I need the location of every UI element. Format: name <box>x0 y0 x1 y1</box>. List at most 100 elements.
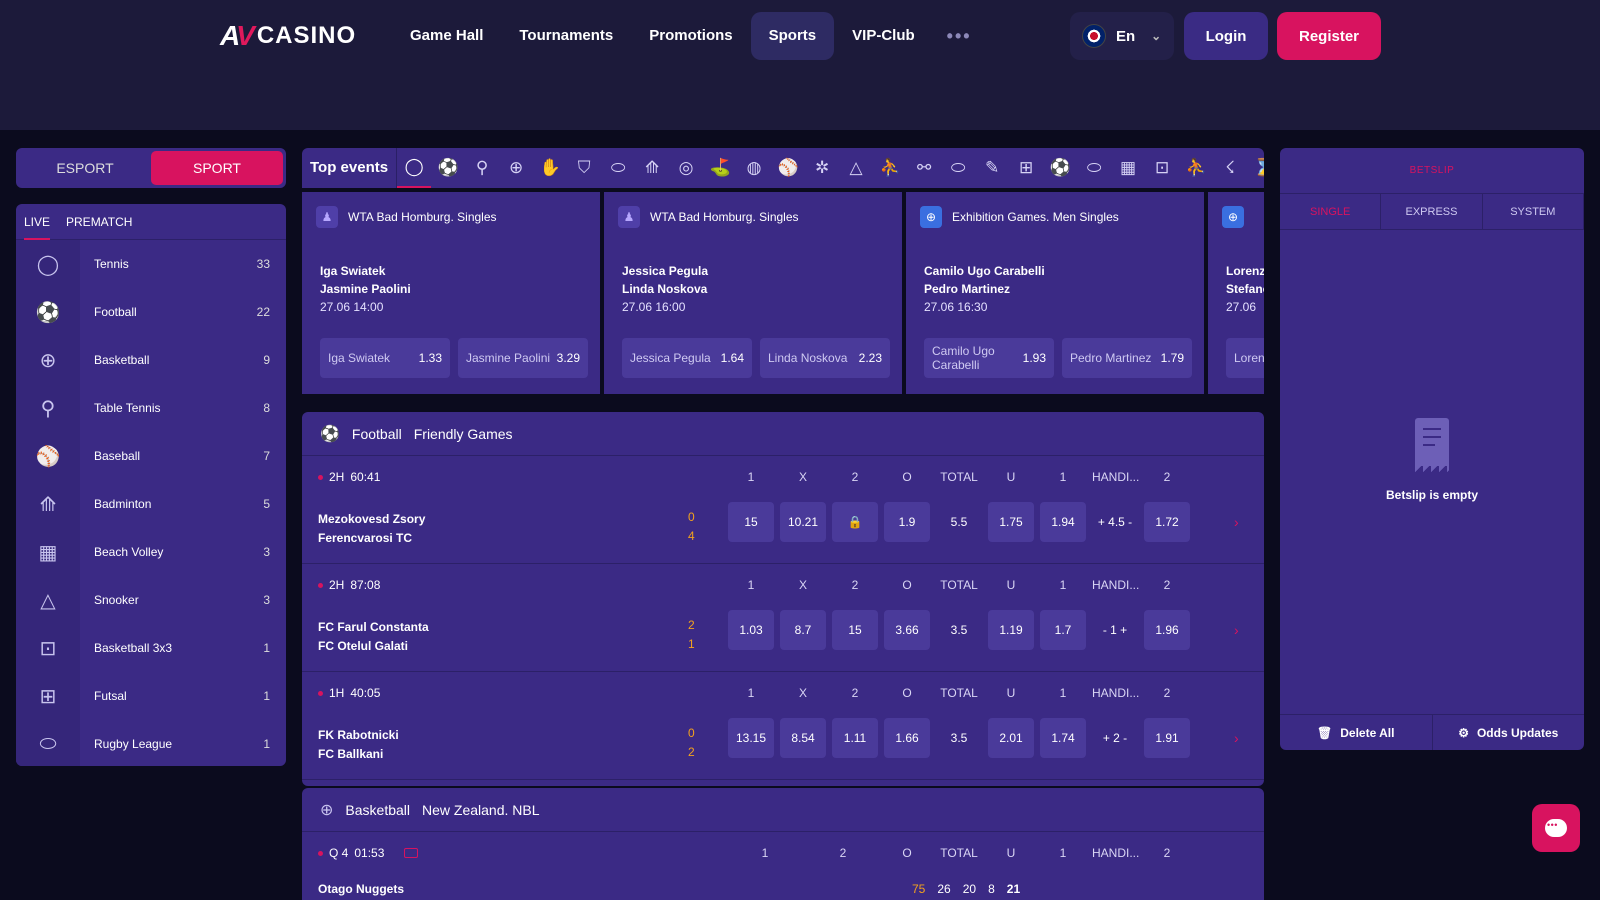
odd-button[interactable]: Jasmine Paolini 3.29 <box>458 338 588 378</box>
odd-button[interactable]: 1.94 <box>1040 502 1086 542</box>
odd-button[interactable]: Linda Noskova 2.23 <box>760 338 890 378</box>
login-button[interactable]: Login <box>1184 12 1268 60</box>
tab-express[interactable]: EXPRESS <box>1381 194 1483 229</box>
event-card[interactable]: ⊕ Exhibition Games. Men Singles Camilo Ugo… <box>906 192 1204 394</box>
sport-filter-icon[interactable]: ⊕ <box>499 158 533 178</box>
nav-game-hall[interactable]: Game Hall <box>392 12 501 60</box>
match-row[interactable]: 1H 40:05 FK Rabotnicki FC Ballkani 0 2 1 13.15 X… <box>302 672 1264 780</box>
odd-button[interactable]: 3.66 <box>884 610 930 650</box>
sidebar-item-table-tennis[interactable]: Table Tennis 8 <box>80 384 286 432</box>
odd-button[interactable]: 15 <box>728 502 774 542</box>
odd-button[interactable]: 10.21 <box>780 502 826 542</box>
odd-button[interactable]: 2.01 <box>988 718 1034 758</box>
odd-button[interactable]: 1.9 <box>884 502 930 542</box>
odd-button[interactable]: 8.54 <box>780 718 826 758</box>
odds-updates-button[interactable]: ⚙ Odds Updates <box>1433 715 1585 750</box>
sidebar-item-basketball-3x3[interactable]: Basketball 3x3 1 <box>80 624 286 672</box>
sport-filter-icon[interactable]: ⬭ <box>601 158 635 178</box>
nav-vip-club[interactable]: VIP-Club <box>834 12 933 60</box>
sport-filter-icon[interactable]: ⚾ <box>771 158 805 178</box>
match-period: 1H <box>329 686 345 700</box>
chevron-right-icon[interactable]: › <box>1234 622 1239 638</box>
language-selector[interactable]: En ⌄ <box>1070 12 1174 60</box>
esport-tab[interactable]: ESPORT <box>19 151 151 185</box>
sport-filter-icon[interactable]: ⊡ <box>1145 158 1179 178</box>
odd-button[interactable]: 1.11 <box>832 718 878 758</box>
odd-button[interactable]: Jessica Pegula 1.64 <box>622 338 752 378</box>
sport-filter-icon[interactable]: ⚽ <box>1043 158 1077 178</box>
sidebar-item-snooker[interactable]: Snooker 3 <box>80 576 286 624</box>
sport-filter-icon[interactable]: ▦ <box>1111 158 1145 178</box>
sport-tab[interactable]: SPORT <box>151 151 283 185</box>
nav-tournaments[interactable]: Tournaments <box>501 12 631 60</box>
sport-filter-icon[interactable]: ◍ <box>737 158 771 178</box>
sport-filter-icon[interactable]: ⚽ <box>431 158 465 178</box>
tab-live[interactable]: LIVE <box>24 204 51 240</box>
odd-button[interactable]: 1.7 <box>1040 610 1086 650</box>
sport-filter-icon[interactable]: ⊞ <box>1009 158 1043 178</box>
event-card[interactable]: ♟ WTA Bad Homburg. Singles Jessica Pegula L… <box>604 192 902 394</box>
chevron-right-icon[interactable]: › <box>1234 514 1239 530</box>
sport-filter-icon[interactable]: ⚯ <box>907 158 941 178</box>
chat-button[interactable] <box>1532 804 1580 852</box>
sport-filter-icon[interactable]: ✲ <box>805 158 839 178</box>
sport-filter-icon[interactable]: ⛉ <box>567 158 601 178</box>
sport-filter-icon[interactable]: ⬭ <box>941 158 975 178</box>
section-header[interactable]: ⚽ Football Friendly Games <box>302 412 1264 456</box>
odd-button[interactable]: Iga Swiatek 1.33 <box>320 338 450 378</box>
sport-filter-icon[interactable]: ◯ <box>397 148 432 188</box>
more-menu-icon[interactable]: ••• <box>933 12 986 60</box>
tab-prematch[interactable]: PREMATCH <box>66 204 132 240</box>
sidebar-item-football[interactable]: Football 22 <box>80 288 286 336</box>
sidebar-item-badminton[interactable]: Badminton 5 <box>80 480 286 528</box>
sport-filter-icon[interactable]: ⛹ <box>1179 158 1213 178</box>
tv-icon[interactable] <box>404 848 419 858</box>
match-row[interactable]: Q 4 01:53 Otago Nuggets 75 26 20 8 21 12… <box>302 832 1264 900</box>
odd-button[interactable]: 13.15 <box>728 718 774 758</box>
sport-filter-icon[interactable]: △ <box>839 158 873 178</box>
odd-button[interactable]: 1.96 <box>1144 610 1190 650</box>
sport-filter-icon[interactable]: ⬭ <box>1077 158 1111 178</box>
sport-filter-icon[interactable]: ⛳ <box>703 158 737 178</box>
section-header[interactable]: ⊕ Basketball New Zealand. NBL <box>302 788 1264 832</box>
sidebar-item-basketball[interactable]: Basketball 9 <box>80 336 286 384</box>
sport-filter-icon[interactable]: ⟰ <box>635 158 669 178</box>
odd-button[interactable]: 1.72 <box>1144 502 1190 542</box>
delete-all-button[interactable]: 🗑 Delete All <box>1280 715 1433 750</box>
sidebar-item-baseball[interactable]: Baseball 7 <box>80 432 286 480</box>
sidebar-item-tennis[interactable]: Tennis 33 <box>80 240 286 288</box>
odd-button[interactable]: 15 <box>832 610 878 650</box>
match-row[interactable]: 2H 87:08 FC Farul Constanta FC Otelul Galat… <box>302 564 1264 672</box>
odd-button[interactable]: 1.75 <box>988 502 1034 542</box>
odd-button[interactable]: 1.74 <box>1040 718 1086 758</box>
odd-button[interactable]: Loren <box>1226 338 1264 378</box>
odd-button[interactable]: 1.66 <box>884 718 930 758</box>
odd-button[interactable]: Camilo Ugo Carabelli 1.93 <box>924 338 1054 378</box>
odd-button[interactable]: 1.91 <box>1144 718 1190 758</box>
sidebar-item-rugby-league[interactable]: Rugby League 1 <box>80 720 286 766</box>
sport-filter-icon[interactable]: ✋ <box>533 158 567 178</box>
odd-button[interactable]: 8.7 <box>780 610 826 650</box>
register-button[interactable]: Register <box>1277 12 1381 60</box>
odd-button[interactable]: 1.03 <box>728 610 774 650</box>
nav-promotions[interactable]: Promotions <box>631 12 750 60</box>
sport-filter-icon[interactable]: ⛹ <box>873 158 907 178</box>
match-row[interactable]: 2H 60:41 Mezokovesd Zsory Ferencvarosi TC 0 4… <box>302 456 1264 564</box>
nav-sports[interactable]: Sports <box>750 12 835 60</box>
odd-button[interactable]: 1.19 <box>988 610 1034 650</box>
tab-system[interactable]: SYSTEM <box>1483 194 1584 229</box>
tab-single[interactable]: SINGLE <box>1280 194 1382 229</box>
sport-filter-icon[interactable]: ◎ <box>669 158 703 178</box>
sport-filter-icon[interactable]: ☇ <box>1213 158 1247 178</box>
event-card[interactable]: ⊕ Lorenzo Stefano 27.06 Loren <box>1208 192 1264 394</box>
sport-filter-icon[interactable]: ⌛ <box>1247 158 1264 178</box>
sport-filter-icon[interactable]: ✎ <box>975 158 1009 178</box>
sidebar-item-beach-volley[interactable]: Beach Volley 3 <box>80 528 286 576</box>
site-logo[interactable]: AV CASINO <box>220 20 356 52</box>
odd-button[interactable]: Pedro Martinez 1.79 <box>1062 338 1192 378</box>
sport-filter-icon[interactable]: ⚲ <box>465 158 499 178</box>
sidebar-item-futsal[interactable]: Futsal 1 <box>80 672 286 720</box>
chevron-right-icon[interactable]: › <box>1234 730 1239 746</box>
odd-button[interactable]: 🔒 <box>832 502 878 542</box>
event-card[interactable]: ♟ WTA Bad Homburg. Singles Iga Swiatek Jasm… <box>302 192 600 394</box>
